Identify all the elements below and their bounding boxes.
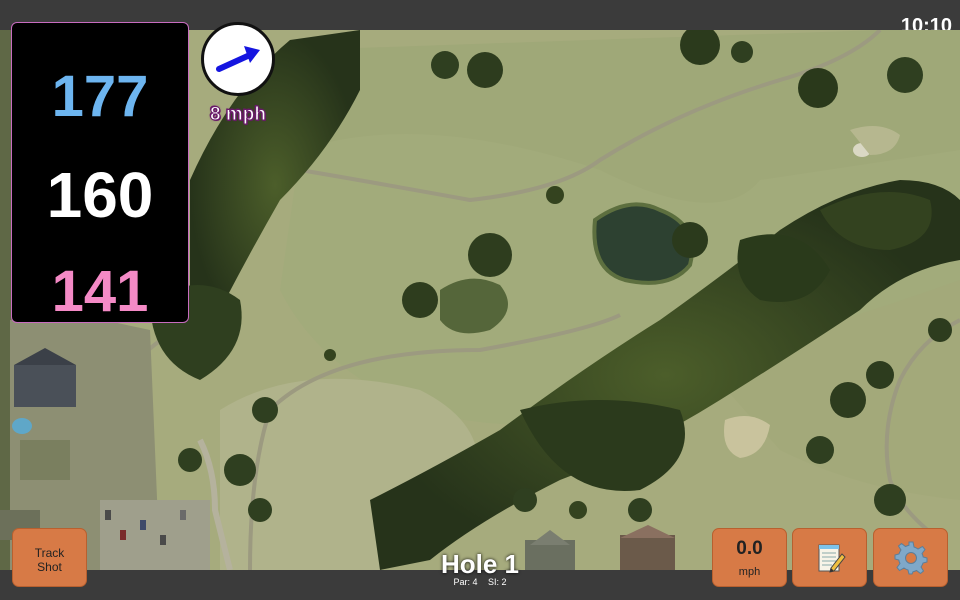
- wind-direction-dial: [201, 22, 275, 96]
- hole-title: Hole 1: [440, 549, 520, 579]
- notepad-icon: [818, 544, 846, 573]
- arrow-icon: [216, 46, 260, 72]
- track-shot-button[interactable]: Track Shot: [12, 528, 87, 587]
- wind-speed: 8 mph: [210, 104, 267, 126]
- gear-icon: [894, 541, 927, 574]
- golf-gps-screen: 10:10 177 160 141 8 mph Track Shot Hole …: [0, 0, 960, 600]
- track-shot-label-line1: Track: [34, 546, 65, 560]
- settings-button[interactable]: [873, 528, 948, 587]
- front-distance: 141: [51, 259, 149, 324]
- track-shot-label-line2: Shot: [37, 560, 62, 574]
- par-label: Par: 4: [453, 577, 478, 587]
- speed-value: 0.0: [736, 538, 763, 559]
- speed-unit: mph: [738, 566, 761, 578]
- middle-distance: 160: [46, 159, 154, 231]
- notes-button[interactable]: [792, 528, 867, 587]
- hole-details: Par: 4 SI: 2: [380, 577, 580, 587]
- back-distance: 177: [51, 64, 149, 129]
- speed-button[interactable]: 0.0 mph: [712, 528, 787, 587]
- si-label: SI: 2: [488, 577, 507, 587]
- distance-panel: 177 160 141: [11, 22, 189, 324]
